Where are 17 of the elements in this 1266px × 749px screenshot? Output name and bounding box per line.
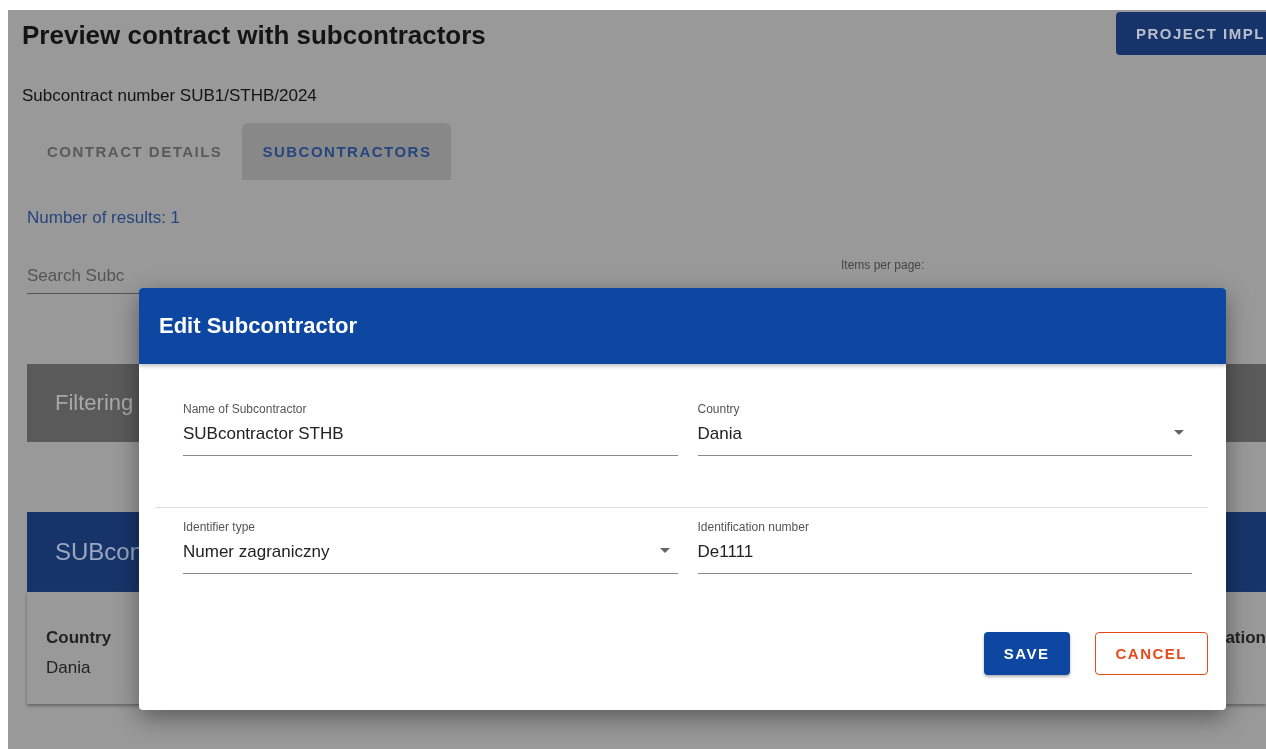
dialog-title: Edit Subcontractor: [139, 288, 1226, 364]
field-label: Country: [46, 628, 112, 648]
dropdown-icon: [1174, 430, 1184, 435]
select-field[interactable]: Identifier type Numer zagraniczny: [183, 520, 678, 574]
select-field[interactable]: Country Dania: [697, 402, 1192, 456]
project-button[interactable]: PROJECT IMPL: [1116, 12, 1266, 55]
field-label: ation: [1225, 628, 1266, 648]
results-count: Number of results: 1: [27, 208, 182, 228]
page-title: Preview contract with subcontractors: [22, 20, 486, 51]
dropdown-icon: [659, 548, 670, 553]
items-per-page-label: Items per page:: [841, 258, 925, 274]
input-field[interactable]: Identification number De1111: [697, 520, 1192, 574]
subcontract-number: Subcontract number SUB1/STHB/2024: [22, 86, 318, 106]
field-value: Dania: [46, 658, 92, 678]
save-button[interactable]: SAVE: [983, 632, 1070, 675]
cancel-button[interactable]: CANCEL: [1094, 632, 1208, 675]
input-field[interactable]: Name of Subcontractor SUBcontractor STHB: [183, 402, 678, 456]
